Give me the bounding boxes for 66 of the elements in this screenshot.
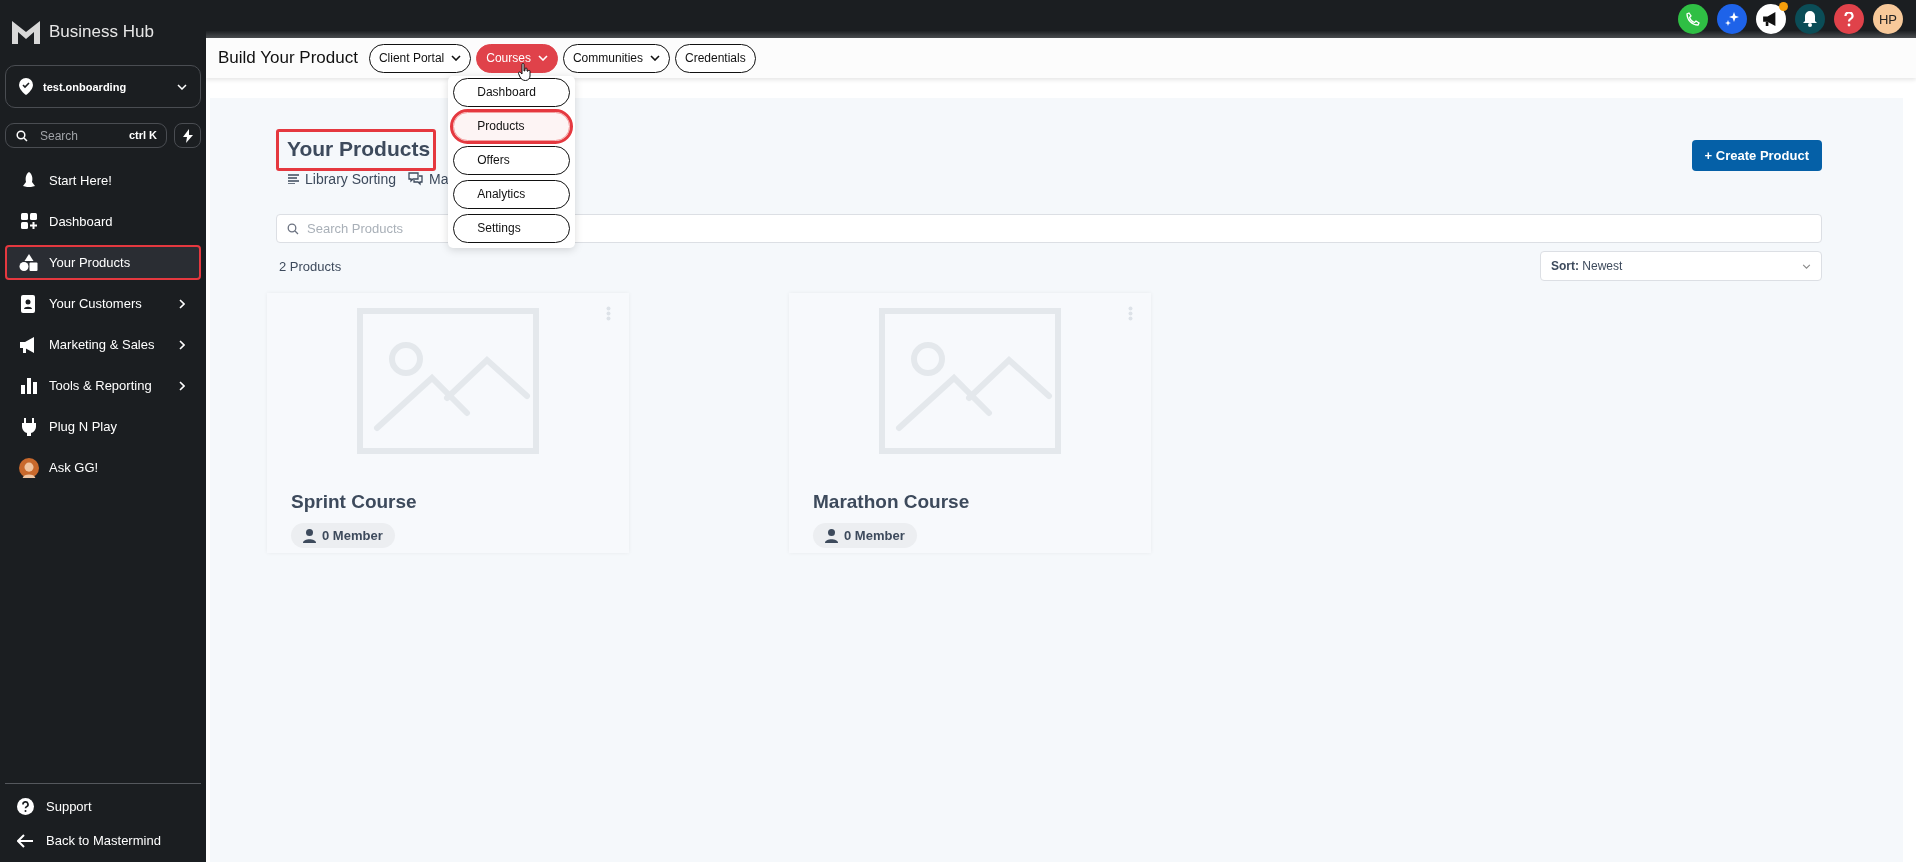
- sparkles-icon: [1724, 11, 1740, 27]
- product-card[interactable]: Sprint Course 0 Member: [267, 293, 629, 553]
- sidebar-item[interactable]: Start Here!: [5, 163, 201, 198]
- sidebar-item[interactable]: Dashboard: [5, 204, 201, 239]
- chat-bubbles-icon: [408, 172, 424, 186]
- notifications-button[interactable]: [1795, 4, 1825, 34]
- nav-tab[interactable]: Client Portal: [368, 43, 472, 73]
- contact-card-icon: [21, 294, 37, 313]
- sidebar-item[interactable]: Your Customers: [5, 286, 201, 321]
- arrow-left-icon: [17, 833, 34, 848]
- product-card[interactable]: Marathon Course 0 Member: [789, 293, 1151, 553]
- location-pin-icon: [19, 78, 33, 95]
- member-count-badge: 0 Member: [813, 523, 917, 548]
- search-icon: [287, 222, 299, 235]
- person-icon: [825, 528, 838, 543]
- menu-item[interactable]: Dashboard: [453, 77, 571, 107]
- sidebar-link[interactable]: Back to Mastermind: [5, 833, 201, 848]
- help-icon: [17, 798, 34, 815]
- sort-dropdown[interactable]: Sort: Newest: [1540, 251, 1822, 281]
- help-button[interactable]: [1834, 4, 1864, 34]
- toolbar-link[interactable]: Library Sorting: [288, 171, 397, 187]
- create-product-button[interactable]: + Create Product: [1691, 140, 1822, 171]
- nav-tab[interactable]: Communities: [562, 43, 670, 73]
- avatar-icon: [19, 456, 39, 479]
- menu-item[interactable]: Analytics: [453, 179, 571, 209]
- page-title: Your Products: [276, 129, 437, 171]
- quick-actions-button[interactable]: [174, 123, 201, 148]
- toolbar-link[interactable]: Ma: [408, 171, 449, 187]
- bell-icon: [1803, 11, 1817, 27]
- shapes-icon: [19, 253, 39, 272]
- menu-item[interactable]: Settings: [453, 213, 571, 243]
- product-count: 2 Products: [278, 258, 342, 274]
- phone-icon: [1686, 12, 1700, 26]
- member-count-badge: 0 Member: [291, 523, 395, 548]
- menu-item[interactable]: Offers: [453, 145, 571, 175]
- sidebar-item[interactable]: Your Products: [5, 245, 201, 280]
- sidebar-item[interactable]: Plug N Play: [5, 409, 201, 444]
- rocket-icon: [22, 171, 36, 190]
- plug-icon: [22, 417, 36, 436]
- nav-tab[interactable]: Courses: [476, 43, 558, 73]
- menu-item[interactable]: Products: [453, 111, 571, 141]
- search-icon: [16, 129, 28, 142]
- dashboard-icon: [20, 213, 38, 230]
- bar-chart-icon: [21, 377, 37, 394]
- question-mark-icon: [1844, 11, 1854, 27]
- chevron-down-icon: [1802, 263, 1811, 269]
- location-selector[interactable]: test.onboarding: [5, 65, 201, 108]
- chevron-down-icon: [177, 83, 187, 90]
- brand-name: Business Hub: [49, 22, 154, 42]
- sidebar-item[interactable]: Ask GG!: [5, 450, 201, 485]
- user-avatar[interactable]: HP: [1873, 4, 1903, 34]
- sidebar-item[interactable]: Marketing & Sales: [5, 327, 201, 362]
- sidebar-item[interactable]: Tools & Reporting: [5, 368, 201, 403]
- ai-button[interactable]: [1717, 4, 1747, 34]
- person-icon: [303, 528, 316, 543]
- list-icon: [288, 174, 299, 184]
- phone-button[interactable]: [1678, 4, 1708, 34]
- logo-icon: [11, 19, 41, 45]
- announcements-button[interactable]: [1756, 4, 1786, 34]
- page-heading: Build Your Product: [218, 48, 358, 68]
- lightning-icon: [182, 128, 193, 143]
- product-name: Marathon Course: [813, 491, 971, 513]
- nav-tab[interactable]: Credentials: [675, 43, 756, 73]
- keyboard-shortcut: ctrl K: [128, 129, 157, 141]
- sidebar-link[interactable]: Support: [5, 798, 201, 815]
- product-name: Sprint Course: [291, 491, 418, 513]
